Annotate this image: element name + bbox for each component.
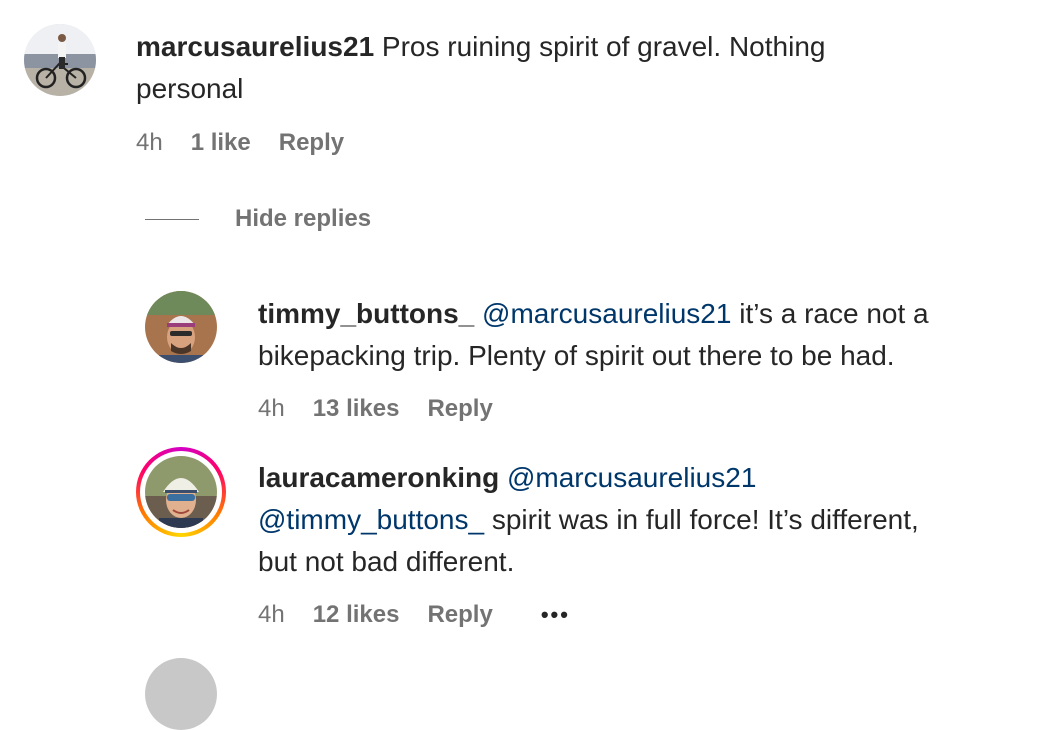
reply-meta: 4h 12 likes Reply ••• — [258, 601, 570, 629]
mention-link[interactable]: @timmy_buttons_ — [258, 504, 484, 535]
reply-text-line2: spirit was in full force! It’s different… — [484, 504, 919, 535]
reply-likes[interactable]: 12 likes — [313, 601, 400, 629]
comment-text-line2: personal — [136, 73, 244, 104]
reply-lauracameronking: lauracameronking @marcusaurelius21 @timm… — [0, 440, 1049, 640]
avatar-timmy_buttons_[interactable] — [145, 291, 217, 363]
reply-time: 4h — [258, 395, 285, 422]
reply-time: 4h — [258, 601, 285, 628]
comment-marcusaurelius21: marcusaurelius21 Pros ruining spirit of … — [0, 0, 1049, 180]
reply-text-line3: but not bad different. — [258, 546, 515, 577]
more-options-icon[interactable]: ••• — [541, 602, 570, 628]
comment-body: marcusaurelius21 Pros ruining spirit of … — [136, 26, 1016, 110]
reply-button[interactable]: Reply — [427, 395, 492, 423]
reply-text-line2: bikepacking trip. Plenty of spirit out t… — [258, 340, 895, 371]
reply-body: timmy_buttons_ @marcusaurelius21 it’s a … — [258, 293, 1038, 377]
reply-text-line1: it’s a race not a — [731, 298, 929, 329]
reply-body: lauracameronking @marcusaurelius21 @timm… — [258, 457, 1038, 583]
mention-link[interactable]: @marcusaurelius21 — [482, 298, 731, 329]
reply-button[interactable]: Reply — [279, 129, 344, 157]
divider-line — [145, 218, 199, 220]
reply-meta: 4h 13 likes Reply — [258, 395, 493, 423]
reply-username[interactable]: lauracameronking — [258, 462, 499, 493]
reply-timmy_buttons_: timmy_buttons_ @marcusaurelius21 it’s a … — [0, 280, 1049, 430]
comment-username[interactable]: marcusaurelius21 — [136, 31, 374, 62]
comment-text-line1: Pros ruining spirit of gravel. Nothing — [374, 31, 826, 62]
comment-meta: 4h 1 like Reply — [136, 129, 344, 157]
reply-likes[interactable]: 13 likes — [313, 395, 400, 423]
mention-link[interactable]: @marcusaurelius21 — [507, 462, 756, 493]
comment-likes[interactable]: 1 like — [191, 129, 251, 157]
hide-replies-label: Hide replies — [235, 205, 372, 232]
avatar-next-comment[interactable] — [145, 658, 217, 730]
avatar-lauracameronking[interactable] — [145, 456, 217, 528]
hide-replies-button[interactable]: Hide replies — [145, 205, 371, 233]
reply-button[interactable]: Reply — [427, 601, 492, 629]
avatar-marcusaurelius21[interactable] — [24, 24, 96, 96]
reply-username[interactable]: timmy_buttons_ — [258, 298, 474, 329]
comment-time: 4h — [136, 129, 163, 156]
